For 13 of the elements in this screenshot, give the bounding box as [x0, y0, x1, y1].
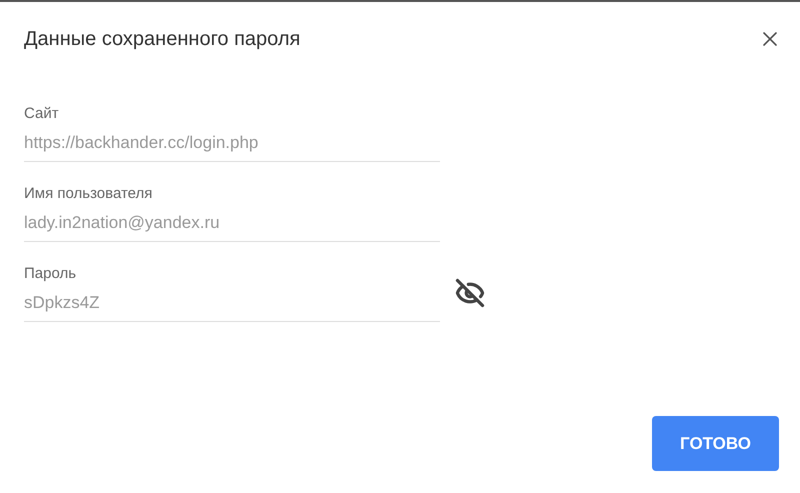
field-value: sDpkzs4Z [24, 292, 101, 314]
done-button[interactable]: ГОТОВО [652, 416, 779, 471]
field-value: lady.in2nation@yandex.ru [24, 212, 221, 234]
hide-password-button[interactable] [454, 277, 486, 309]
input-field[interactable]: Сайт https://backhander.cc/login.php [24, 104, 440, 162]
input-field[interactable]: Пароль sDpkzs4Z [24, 264, 440, 322]
eye-off-icon [455, 278, 485, 308]
field-label: Имя пользователя [24, 184, 154, 204]
field-value: https://backhander.cc/login.php [24, 132, 260, 154]
dialog-title: Данные сохраненного пароля [24, 27, 300, 52]
field-label: Сайт [24, 104, 60, 124]
field-label: Пароль [24, 264, 78, 284]
input-field[interactable]: Имя пользователя lady.in2nation@yandex.ru [24, 184, 440, 242]
